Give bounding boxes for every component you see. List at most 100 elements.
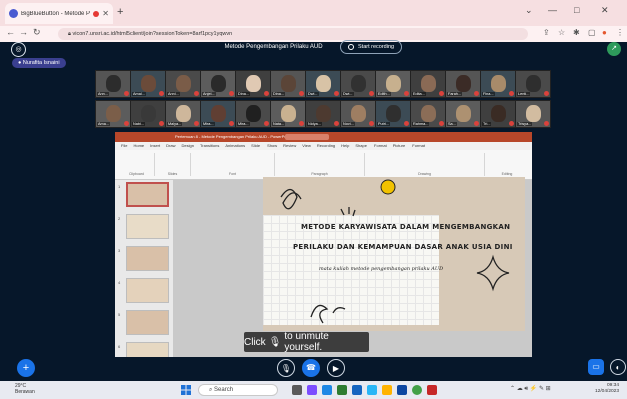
bookmark-star-icon[interactable]: ☆ — [558, 28, 565, 37]
participant-name: Lenti... — [517, 92, 531, 96]
chrome-icon[interactable] — [412, 385, 422, 395]
participant-tile[interactable]: Edith... — [375, 70, 411, 98]
share-webcam-button[interactable]: ▶ — [327, 359, 345, 377]
actions-plus-button[interactable]: + — [17, 359, 35, 377]
profile-avatar-icon[interactable]: ● — [602, 28, 607, 37]
participant-name: Dina... — [272, 92, 285, 96]
participant-tile[interactable]: Ann... — [95, 70, 131, 98]
participant-tile[interactable]: Malya... — [165, 100, 201, 128]
store-icon[interactable] — [337, 385, 347, 395]
ppt-tab[interactable]: Animations — [225, 143, 245, 148]
participant-video — [246, 105, 261, 122]
new-tab-button[interactable]: + — [117, 6, 123, 18]
participant-tile[interactable]: Dwi... — [305, 70, 341, 98]
start-recording-button[interactable]: Start recording — [340, 40, 403, 54]
participant-tile[interactable]: Lenti... — [515, 70, 551, 98]
participant-tile[interactable]: Anni... — [165, 70, 201, 98]
system-tray-icons[interactable]: ⌃ ☁ 🔊︎ ⚡ ✎ ⊞ — [510, 385, 551, 393]
close-window-button[interactable]: ✕ — [601, 5, 609, 16]
ppt-tab[interactable]: Help — [341, 143, 349, 148]
ppt-tab[interactable]: Design — [181, 143, 193, 148]
participant-tile[interactable]: Dina... — [270, 70, 306, 98]
slide-thumbnails: 1 2 3 4 5 6 — [115, 180, 173, 384]
participant-tile[interactable]: Rahma... — [410, 100, 446, 128]
share-icon[interactable]: ⇪ — [543, 28, 550, 37]
participant-tile[interactable]: Nata... — [270, 100, 306, 128]
participant-name: Nidya... — [307, 122, 322, 126]
muted-icon — [509, 121, 514, 126]
word-icon[interactable] — [352, 385, 362, 395]
muted-icon — [124, 121, 129, 126]
ppt-tab[interactable]: Shape Format — [355, 143, 386, 148]
ppt-tab[interactable]: Picture Format — [393, 143, 425, 148]
participant-tile[interactable]: Anjel... — [200, 70, 236, 98]
ppt-tab[interactable]: File — [121, 143, 127, 148]
minimize-button[interactable]: — — [548, 5, 557, 15]
taskbar-clock[interactable]: 09:34 12/04/2023 — [595, 383, 619, 395]
forward-arrow-icon[interactable]: → — [19, 27, 28, 37]
participant-tile[interactable]: Nabi... — [130, 100, 166, 128]
participant-tile[interactable]: Dwi... — [340, 70, 376, 98]
participant-tile[interactable]: Tri... — [480, 100, 516, 128]
minimize-presentation-button[interactable]: ◐ — [610, 359, 626, 375]
ppt-tab[interactable]: Slide Show — [251, 143, 277, 148]
ppt-tab[interactable]: View — [302, 143, 311, 148]
tab-close-icon[interactable]: ✕ — [102, 9, 109, 18]
tab-search-icon[interactable]: ⌄ — [525, 5, 533, 16]
participant-tile[interactable]: Novi... — [340, 100, 376, 128]
ppt-tab[interactable]: Insert — [150, 143, 160, 148]
participant-tile[interactable]: Amal... — [130, 70, 166, 98]
participant-tile[interactable]: Sa... — [445, 100, 481, 128]
task-view-icon[interactable] — [292, 385, 302, 395]
participant-tile[interactable]: Mira... — [235, 100, 271, 128]
taskbar-search[interactable]: ⌕ Search — [198, 384, 278, 396]
slide[interactable]: METODE KARYAWISATA DALAM MENGEMBANGKAN P… — [263, 177, 525, 331]
zoom-icon[interactable] — [307, 385, 317, 395]
mute-mic-button[interactable]: 🎙︎ — [277, 359, 295, 377]
connection-status-icon[interactable]: ↗ — [607, 42, 621, 56]
url-input[interactable]: 🔒︎ vicon7.unsri.ac.id/html5client/join?s… — [58, 28, 528, 40]
participant-tile[interactable]: Ama... — [95, 100, 131, 128]
maximize-button[interactable]: □ — [574, 5, 579, 15]
weather-widget[interactable]: 29°C Berawan — [15, 383, 35, 395]
muted-icon — [299, 121, 304, 126]
slide-thumbnail[interactable] — [126, 246, 169, 271]
slide-thumbnail[interactable] — [126, 214, 169, 239]
participant-tile[interactable]: Putri... — [375, 100, 411, 128]
participant-tile[interactable]: Dina... — [235, 70, 271, 98]
ppt-tab[interactable]: Draw — [166, 143, 175, 148]
photos-icon[interactable] — [367, 385, 377, 395]
participant-video — [456, 105, 471, 122]
participant-tile[interactable]: Farah... — [445, 70, 481, 98]
participant-name: Ama... — [97, 122, 110, 126]
participant-tile[interactable]: Nidya... — [305, 100, 341, 128]
file-explorer-icon[interactable] — [382, 385, 392, 395]
leave-audio-button[interactable]: ☎︎ — [302, 359, 320, 377]
participant-tile[interactable]: Fina... — [480, 70, 516, 98]
ppt-tab[interactable]: Recording — [317, 143, 335, 148]
reload-icon[interactable]: ↻ — [33, 27, 41, 38]
screenshare-button[interactable]: ▭ — [588, 359, 604, 375]
slide-thumbnail[interactable] — [126, 310, 169, 335]
participant-tile[interactable]: Trisya... — [515, 100, 551, 128]
sidebar-icon[interactable]: ▢ — [588, 28, 596, 37]
participant-name: Amal... — [132, 92, 146, 96]
windows-start-icon[interactable] — [181, 385, 191, 395]
slide-thumbnail[interactable] — [126, 182, 169, 207]
ppt-tab[interactable]: Review — [283, 143, 296, 148]
slide-thumbnail[interactable] — [126, 278, 169, 303]
participant-video — [351, 75, 366, 92]
powerpoint-icon[interactable] — [427, 385, 437, 395]
menu-icon[interactable]: ⋮ — [616, 28, 624, 37]
mail-icon[interactable] — [397, 385, 407, 395]
ppt-tab[interactable]: Home — [133, 143, 144, 148]
participant-tile[interactable]: Edita... — [410, 70, 446, 98]
participant-tile[interactable]: Mira... — [200, 100, 236, 128]
participant-name: Nata... — [272, 122, 286, 126]
tab-title: BigBlueButton - Metode Pe — [21, 10, 91, 17]
ppt-tab[interactable]: Transitions — [200, 143, 219, 148]
back-arrow-icon[interactable]: ← — [6, 27, 15, 37]
browser-tab[interactable]: BigBlueButton - Metode Pe ✕ — [5, 3, 113, 24]
extensions-icon[interactable]: ✱ — [573, 28, 580, 37]
edge-icon[interactable] — [322, 385, 332, 395]
